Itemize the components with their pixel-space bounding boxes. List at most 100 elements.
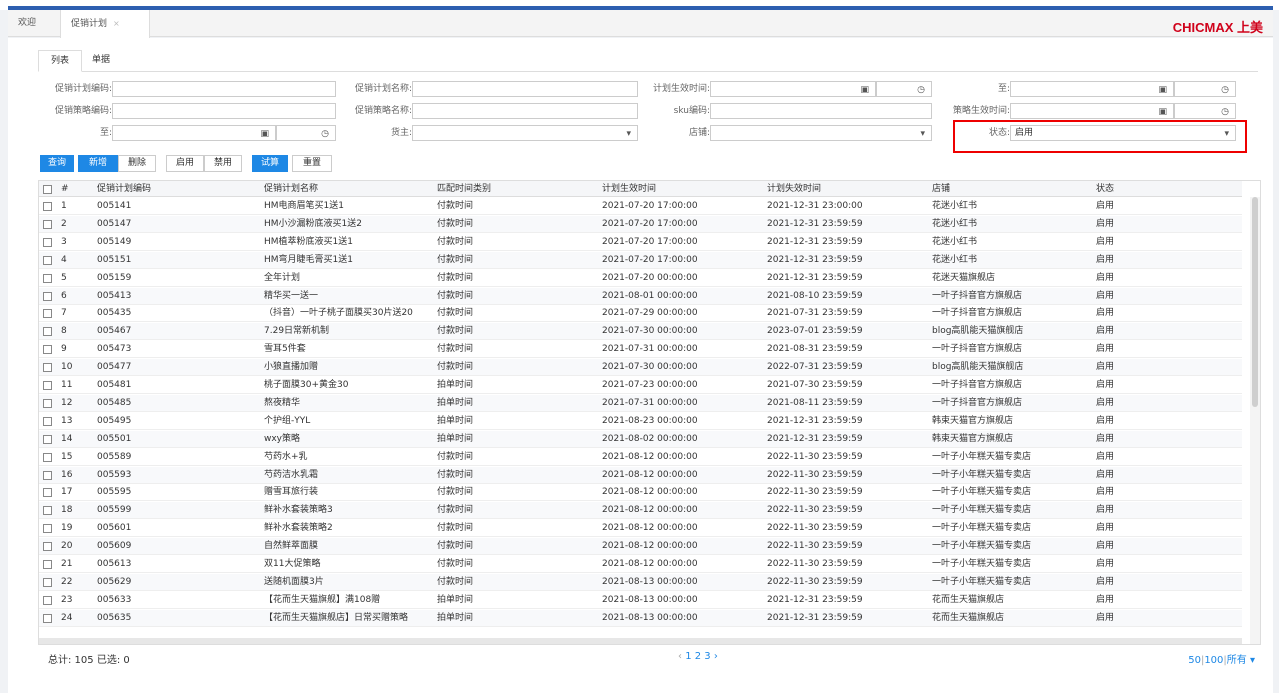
table-row[interactable]: 23 005633 【花而生天猫旗舰】满108赠 拍单时间 2021-08-13 00:…	[39, 592, 1242, 609]
row-checkbox[interactable]	[43, 398, 52, 408]
clock-icon[interactable]: ◷	[1221, 83, 1229, 97]
prev-page-icon[interactable]: ‹	[678, 651, 682, 662]
col-status[interactable]: 状态	[1096, 181, 1236, 197]
strategy-effective-date-input[interactable]: ▣	[1010, 103, 1174, 119]
row-checkbox[interactable]	[43, 506, 52, 516]
strategy-code-input[interactable]	[112, 103, 336, 119]
table-row[interactable]: 14 005501 wxy策略 拍单时间 2021-08-02 00:00:00 2021…	[39, 430, 1242, 448]
table-row[interactable]: 13 005495 个护组-YYL 拍单时间 2021-08-23 00:00:00 20…	[39, 413, 1242, 430]
table-row[interactable]: 8 005467 7.29日常新机制 付款时间 2021-07-30 00:00:00 2…	[39, 323, 1242, 341]
table-row[interactable]: 16 005593 芍药洁水乳霜 付款时间 2021-08-12 00:00:00 202…	[39, 466, 1242, 484]
row-checkbox[interactable]	[43, 381, 52, 390]
col-store[interactable]: 店铺	[932, 181, 1092, 197]
plan-name-input[interactable]	[412, 81, 638, 97]
table-row[interactable]: 9 005473 雪耳5件套 付款时间 2021-07-31 00:00:00 2021-…	[39, 341, 1242, 359]
row-checkbox[interactable]	[43, 363, 52, 373]
col-match-time-type[interactable]: 匹配时间类别	[437, 181, 597, 197]
row-checkbox[interactable]	[43, 255, 52, 265]
table-row[interactable]: 4 005151 HM弯月睫毛膏买1送1 付款时间 2021-07-20 17:00:0…	[39, 251, 1242, 269]
row-checkbox[interactable]	[43, 434, 52, 444]
table-row[interactable]: 20 005609 自然鲜萃面膜 付款时间 2021-08-12 00:00:00 202…	[39, 538, 1242, 556]
row-checkbox[interactable]	[43, 202, 52, 211]
close-icon[interactable]: ×	[113, 19, 120, 28]
table-row[interactable]: 18 005599 鲜补水套装策略3 付款时间 2021-08-12 00:00:00 2…	[39, 502, 1242, 520]
calendar-icon[interactable]: ▣	[860, 83, 869, 97]
select-all-checkbox[interactable]	[43, 185, 52, 194]
clock-icon[interactable]: ◷	[1221, 105, 1229, 119]
scrollbar-thumb[interactable]	[1252, 197, 1258, 407]
plan-code-input[interactable]	[112, 81, 336, 97]
table-row[interactable]: 7 005435 （抖音）一叶子桃子面膜买30片送20 付款时间 2021-07-29 …	[39, 305, 1242, 323]
enable-button[interactable]: 启用	[166, 155, 204, 172]
table-row[interactable]: 15 005589 芍药水+乳 付款时间 2021-08-12 00:00:00 2022…	[39, 449, 1242, 466]
row-checkbox[interactable]	[43, 613, 52, 623]
page-size-all[interactable]: 所有	[1227, 655, 1247, 666]
row-checkbox[interactable]	[43, 577, 52, 587]
reset-button[interactable]: 重置	[292, 155, 332, 172]
next-page-icon[interactable]: ›	[714, 651, 718, 662]
calendar-icon[interactable]: ▣	[1158, 105, 1167, 119]
table-row[interactable]: 1 005141 HM电商眉笔买1送1 付款时间 2021-07-20 17:00:00…	[39, 198, 1242, 215]
table-row[interactable]: 3 005149 HM植萃粉底液买1送1 付款时间 2021-07-20 17:00:0…	[39, 234, 1242, 251]
row-checkbox[interactable]	[43, 524, 52, 534]
trial-calc-button[interactable]: 试算	[252, 155, 288, 172]
strategy-expire-time-input[interactable]: ◷	[276, 125, 336, 141]
col-plan-expire[interactable]: 计划失效时间	[767, 181, 927, 197]
sku-input[interactable]	[710, 103, 932, 119]
page-size-50[interactable]: 50	[1188, 655, 1201, 666]
disable-button[interactable]: 禁用	[204, 155, 242, 172]
plan-expire-date-input[interactable]: ▣	[1010, 81, 1174, 97]
store-select[interactable]: ▾	[710, 125, 932, 141]
row-checkbox[interactable]	[43, 309, 52, 319]
subtab-doc[interactable]: 单据	[84, 50, 118, 72]
row-checkbox[interactable]	[43, 416, 52, 426]
strategy-name-input[interactable]	[412, 103, 638, 119]
add-button[interactable]: 新增	[78, 155, 118, 172]
col-plan-effective[interactable]: 计划生效时间	[602, 181, 762, 197]
tab-welcome[interactable]: 欢迎	[8, 10, 58, 37]
page-size-100[interactable]: 100	[1204, 655, 1223, 666]
row-checkbox[interactable]	[43, 327, 52, 337]
col-plan-code[interactable]: 促销计划编码	[97, 181, 257, 197]
row-checkbox[interactable]	[43, 452, 52, 462]
table-row[interactable]: 2 005147 HM小沙漏粉底液买1送2 付款时间 2021-07-20 17:00:…	[39, 215, 1242, 233]
table-row[interactable]: 24 005635 【花而生天猫旗舰店】日常买赠策略 拍单时间 2021-08-13 0…	[39, 609, 1242, 627]
delete-button[interactable]: 删除	[118, 155, 156, 172]
row-checkbox[interactable]	[43, 470, 52, 480]
col-plan-name[interactable]: 促销计划名称	[264, 181, 434, 197]
table-row[interactable]: 19 005601 鲜补水套装策略2 付款时间 2021-08-12 00:00:00 2…	[39, 520, 1242, 538]
calendar-icon[interactable]: ▣	[260, 127, 269, 141]
vertical-scrollbar[interactable]	[1250, 197, 1260, 644]
table-row[interactable]: 22 005629 送随机面膜3片 付款时间 2021-08-13 00:00:00 20…	[39, 573, 1242, 591]
plan-effective-date-input[interactable]: ▣	[710, 81, 876, 97]
horizontal-scrollbar[interactable]	[39, 638, 1242, 644]
row-checkbox[interactable]	[43, 273, 52, 283]
col-index[interactable]: #	[61, 181, 91, 197]
owner-select[interactable]: ▾	[412, 125, 638, 141]
row-checkbox[interactable]	[43, 542, 52, 552]
table-row[interactable]: 6 005413 精华买一送一 付款时间 2021-08-01 00:00:00 2021…	[39, 287, 1242, 305]
strategy-effective-time-input[interactable]: ◷	[1174, 103, 1236, 119]
row-checkbox[interactable]	[43, 345, 52, 355]
row-checkbox[interactable]	[43, 595, 52, 605]
plan-expire-time-input[interactable]: ◷	[1174, 81, 1236, 97]
table-row[interactable]: 11 005481 桃子面膜30+黄金30 拍单时间 2021-07-23 00:00:…	[39, 377, 1242, 394]
table-row[interactable]: 12 005485 熬夜精华 拍单时间 2021-07-31 00:00:00 2021-…	[39, 394, 1242, 412]
row-checkbox[interactable]	[43, 488, 52, 498]
subtab-list[interactable]: 列表	[38, 50, 82, 72]
page-links[interactable]: 1 2 3	[685, 651, 710, 662]
table-row[interactable]: 17 005595 赠雪耳旅行装 付款时间 2021-08-12 00:00:00 202…	[39, 484, 1242, 502]
table-row[interactable]: 10 005477 小狼直播加赠 付款时间 2021-07-30 00:00:00 202…	[39, 359, 1242, 377]
strategy-expire-date-input[interactable]: ▣	[112, 125, 276, 141]
clock-icon[interactable]: ◷	[917, 83, 925, 97]
table-row[interactable]: 5 005159 全年计划 付款时间 2021-07-20 00:00:00 2021-1…	[39, 270, 1242, 287]
clock-icon[interactable]: ◷	[321, 127, 329, 141]
query-button[interactable]: 查询	[40, 155, 74, 172]
page-size-caret-icon[interactable]: ▾	[1250, 655, 1255, 666]
row-checkbox[interactable]	[43, 219, 52, 229]
tab-promotion-plan[interactable]: 促销计划 ×	[60, 10, 150, 38]
row-checkbox[interactable]	[43, 237, 52, 247]
row-checkbox[interactable]	[43, 291, 52, 301]
calendar-icon[interactable]: ▣	[1158, 83, 1167, 97]
plan-effective-time-input[interactable]: ◷	[876, 81, 932, 97]
